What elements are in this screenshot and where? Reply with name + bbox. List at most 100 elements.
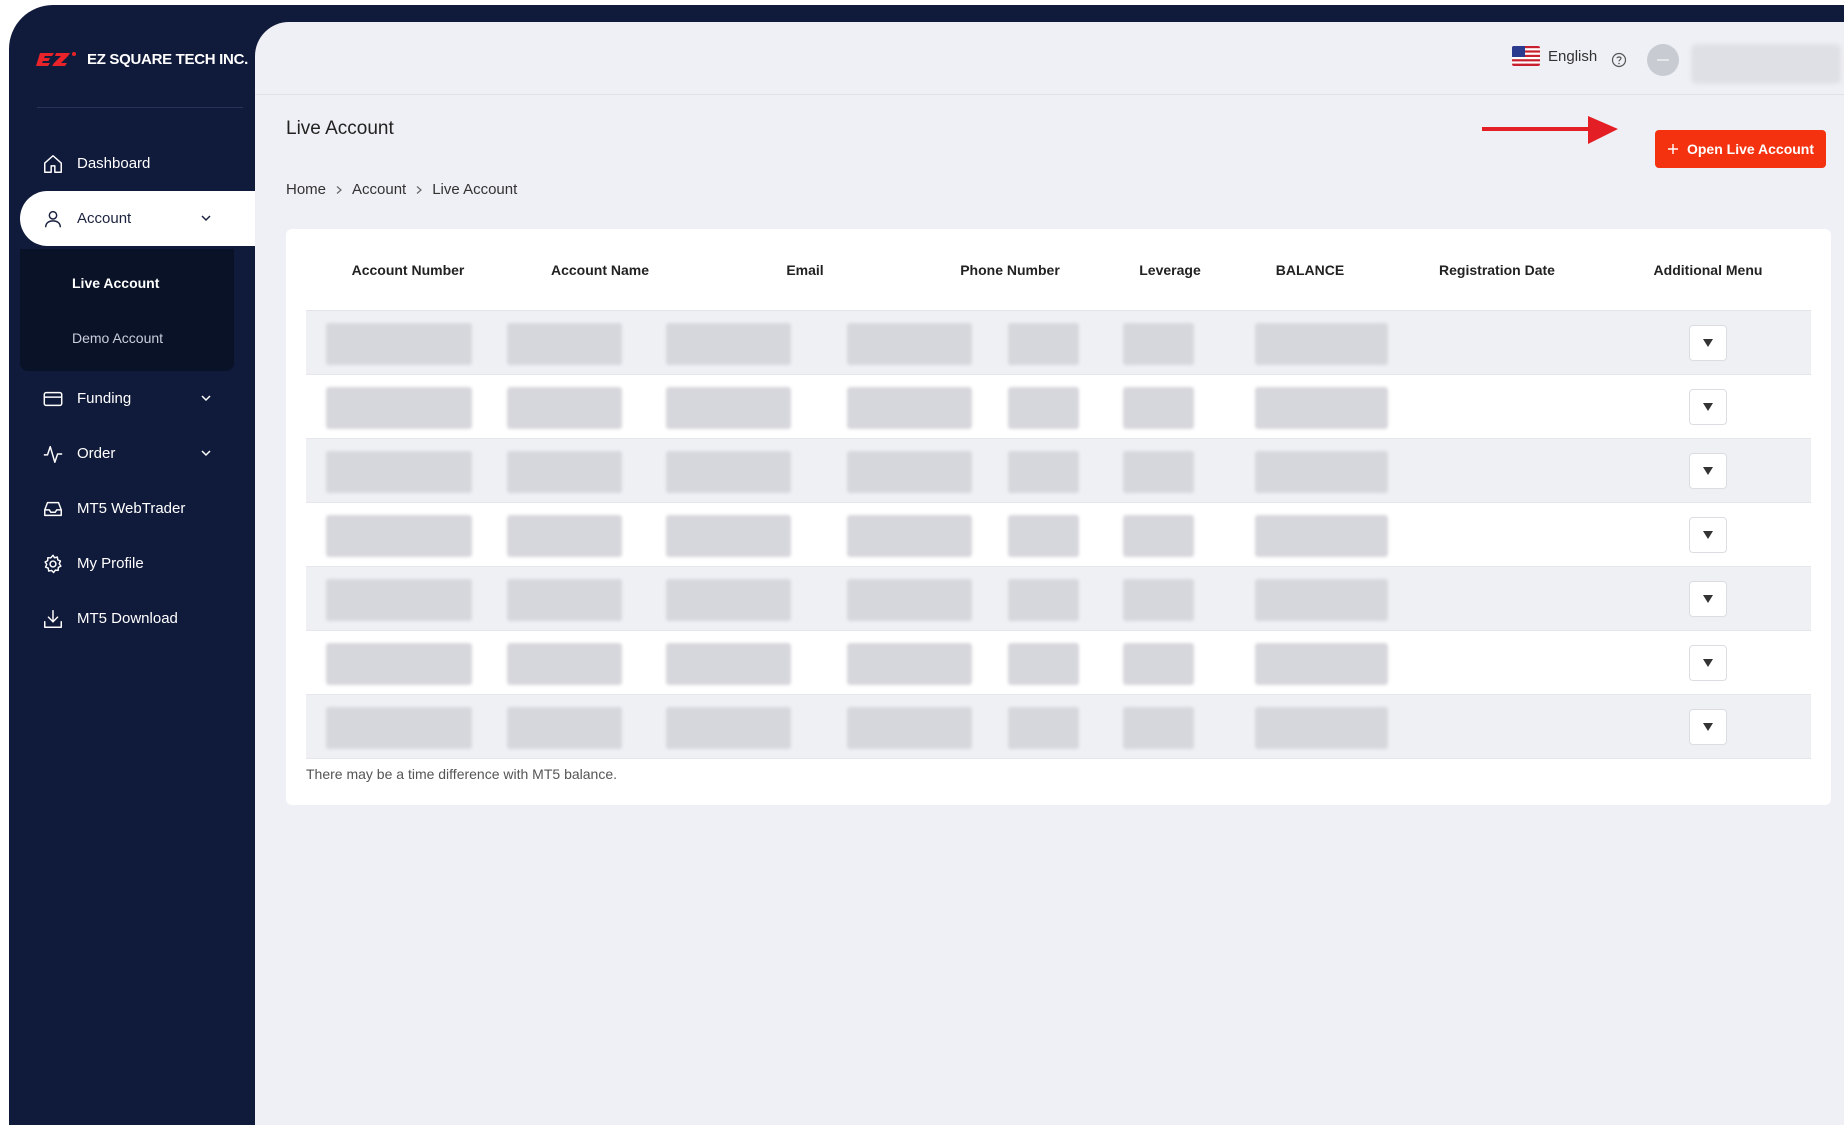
row-menu-button[interactable] (1689, 709, 1727, 745)
open-live-account-button[interactable]: Open Live Account (1655, 130, 1826, 168)
sidebar-item-account[interactable]: Account (20, 191, 255, 246)
row-menu-button[interactable] (1689, 325, 1727, 361)
table-row (306, 311, 1811, 375)
accounts-table-card: Account Number Account Name Email Phone … (286, 229, 1831, 805)
sidebar-subitem-live-account[interactable]: Live Account (20, 255, 234, 310)
row-menu-button[interactable] (1689, 645, 1727, 681)
help-icon[interactable] (1611, 52, 1627, 68)
home-icon (41, 152, 65, 176)
sidebar-item-mt5-webtrader[interactable]: MT5 WebTrader (9, 481, 255, 536)
row-menu-button[interactable] (1689, 453, 1727, 489)
sidebar-item-order[interactable]: Order (9, 426, 255, 481)
redacted-cell (1123, 515, 1194, 557)
table-row (306, 375, 1811, 439)
redacted-cell (1008, 387, 1079, 429)
breadcrumb-account[interactable]: Account (352, 181, 406, 198)
download-icon (41, 607, 65, 631)
redacted-cell (326, 323, 472, 365)
row-menu-button[interactable] (1689, 389, 1727, 425)
chevron-right-icon (336, 185, 342, 194)
redacted-cell (1123, 387, 1194, 429)
redacted-cell (1123, 451, 1194, 493)
redacted-cell (1008, 579, 1079, 621)
sidebar-item-my-profile[interactable]: My Profile (9, 536, 255, 591)
sidebar-item-mt5-download[interactable]: MT5 Download (9, 591, 255, 646)
open-live-account-label: Open Live Account (1686, 141, 1815, 157)
chevron-down-icon (201, 215, 211, 222)
redacted-cell (666, 451, 791, 493)
chevron-down-icon (201, 395, 211, 402)
redacted-cell (1255, 643, 1388, 685)
sidebar-subitem-demo-account[interactable]: Demo Account (20, 310, 234, 365)
table-row (306, 567, 1811, 631)
column-header-additional-menu: Additional Menu (1653, 261, 1763, 278)
redacted-cell (326, 579, 472, 621)
chevron-down-icon (201, 450, 211, 457)
redacted-cell (847, 515, 972, 557)
sidebar-item-dashboard[interactable]: Dashboard (9, 136, 255, 191)
table-row (306, 695, 1811, 759)
balance-note: There may be a time difference with MT5 … (306, 766, 618, 782)
gear-icon (41, 552, 65, 576)
redacted-cell (1008, 707, 1079, 749)
column-header-balance: BALANCE (1275, 261, 1345, 278)
redacted-cell (507, 515, 622, 557)
redacted-cell (326, 515, 472, 557)
plus-icon (1667, 144, 1678, 154)
redacted-cell (666, 515, 791, 557)
redacted-cell (1123, 643, 1194, 685)
redacted-cell (847, 579, 972, 621)
brand-name: EZ SQUARE TECH INC. (87, 50, 248, 68)
table-row (306, 439, 1811, 503)
redacted-cell (1008, 323, 1079, 365)
caret-down-icon (1703, 723, 1713, 731)
sidebar-item-label: My Profile (77, 555, 144, 572)
redacted-cell (326, 387, 472, 429)
column-header-account-number: Account Number (351, 261, 465, 278)
activity-icon (41, 442, 65, 466)
redacted-cell (847, 387, 972, 429)
redacted-cell (666, 643, 791, 685)
column-header-email: Email (786, 261, 824, 278)
caret-down-icon (1703, 339, 1713, 347)
caret-down-icon (1703, 659, 1713, 667)
inbox-icon (41, 497, 65, 521)
language-selector[interactable]: English (1512, 46, 1597, 66)
sidebar-item-label: MT5 WebTrader (77, 500, 186, 517)
sidebar-item-label: Funding (77, 390, 132, 407)
redacted-cell (1123, 579, 1194, 621)
breadcrumb-home[interactable]: Home (286, 181, 326, 198)
row-menu-button[interactable] (1689, 581, 1727, 617)
sidebar-item-label: Order (77, 445, 116, 462)
card-icon (41, 387, 65, 411)
redacted-cell (1255, 387, 1388, 429)
redacted-cell (1255, 579, 1388, 621)
redacted-cell (1008, 643, 1079, 685)
language-label: English (1548, 47, 1598, 65)
sidebar-nav: Dashboard Account Live Account Demo Acco… (9, 136, 255, 646)
redacted-cell (326, 643, 472, 685)
arrow-annotation-icon (1482, 116, 1618, 144)
column-header-registration-date: Registration Date (1439, 261, 1555, 278)
sidebar-item-funding[interactable]: Funding (9, 371, 255, 426)
redacted-cell (507, 579, 622, 621)
chevron-right-icon (416, 185, 423, 194)
redacted-cell (847, 451, 972, 493)
table-body (306, 311, 1811, 759)
avatar[interactable] (1647, 44, 1679, 76)
redacted-cell (666, 387, 791, 429)
brand-logo[interactable]: EZ SQUARE TECH INC. (36, 50, 248, 68)
redacted-cell (1255, 323, 1388, 365)
caret-down-icon (1703, 595, 1713, 603)
caret-down-icon (1703, 467, 1713, 475)
redacted-cell (666, 707, 791, 749)
user-name-redacted[interactable] (1691, 44, 1841, 84)
redacted-cell (507, 451, 622, 493)
row-menu-button[interactable] (1689, 517, 1727, 553)
redacted-cell (1008, 451, 1079, 493)
redacted-cell (666, 579, 791, 621)
redacted-cell (1255, 707, 1388, 749)
redacted-cell (507, 707, 622, 749)
page-title: Live Account (286, 118, 394, 139)
sidebar-item-label: MT5 Download (77, 610, 178, 627)
